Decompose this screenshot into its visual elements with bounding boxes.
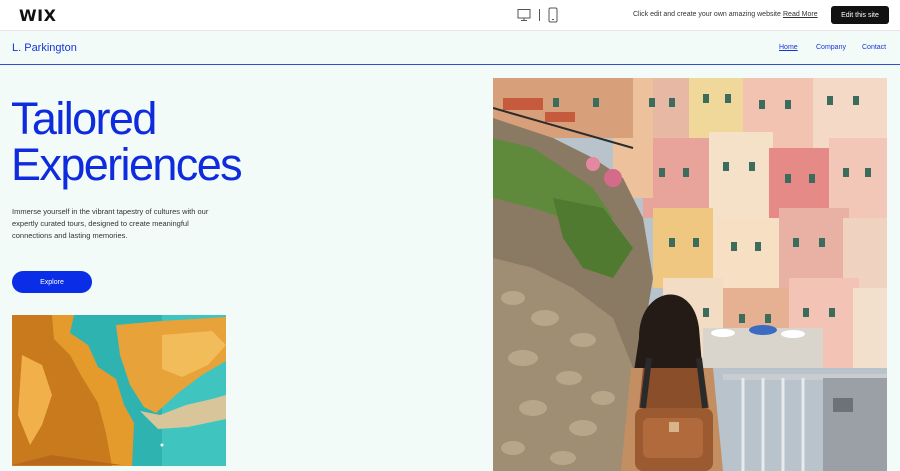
hero-title: Tailored Experiences [11, 93, 243, 190]
site-header: L. Parkington Home Company Contact [0, 32, 900, 65]
edit-site-button[interactable]: Edit this site [831, 6, 889, 24]
nav-home[interactable]: Home [779, 44, 798, 51]
hero-title-line1: Tailored [11, 93, 157, 144]
nav-company[interactable]: Company [816, 44, 846, 51]
hero-description: Immerse yourself in the vibrant tapestry… [12, 207, 209, 240]
mobile-icon[interactable] [548, 7, 558, 23]
promo-text: Click edit and create your own amazing w… [633, 11, 781, 18]
wix-top-bar: WIX Click edit and create your own amazi… [0, 0, 900, 31]
desktop-icon[interactable] [517, 8, 531, 22]
wix-logo[interactable]: WIX [19, 6, 56, 25]
device-divider [539, 9, 540, 21]
explore-button[interactable]: Explore [12, 271, 92, 293]
coastal-village-photo [493, 78, 887, 471]
site-brand[interactable]: L. Parkington [12, 42, 77, 54]
nav-contact[interactable]: Contact [862, 44, 886, 51]
read-more-link[interactable]: Read More [783, 11, 818, 18]
hero-title-line2: Experiences [11, 139, 243, 190]
coastline-photo [12, 315, 226, 466]
